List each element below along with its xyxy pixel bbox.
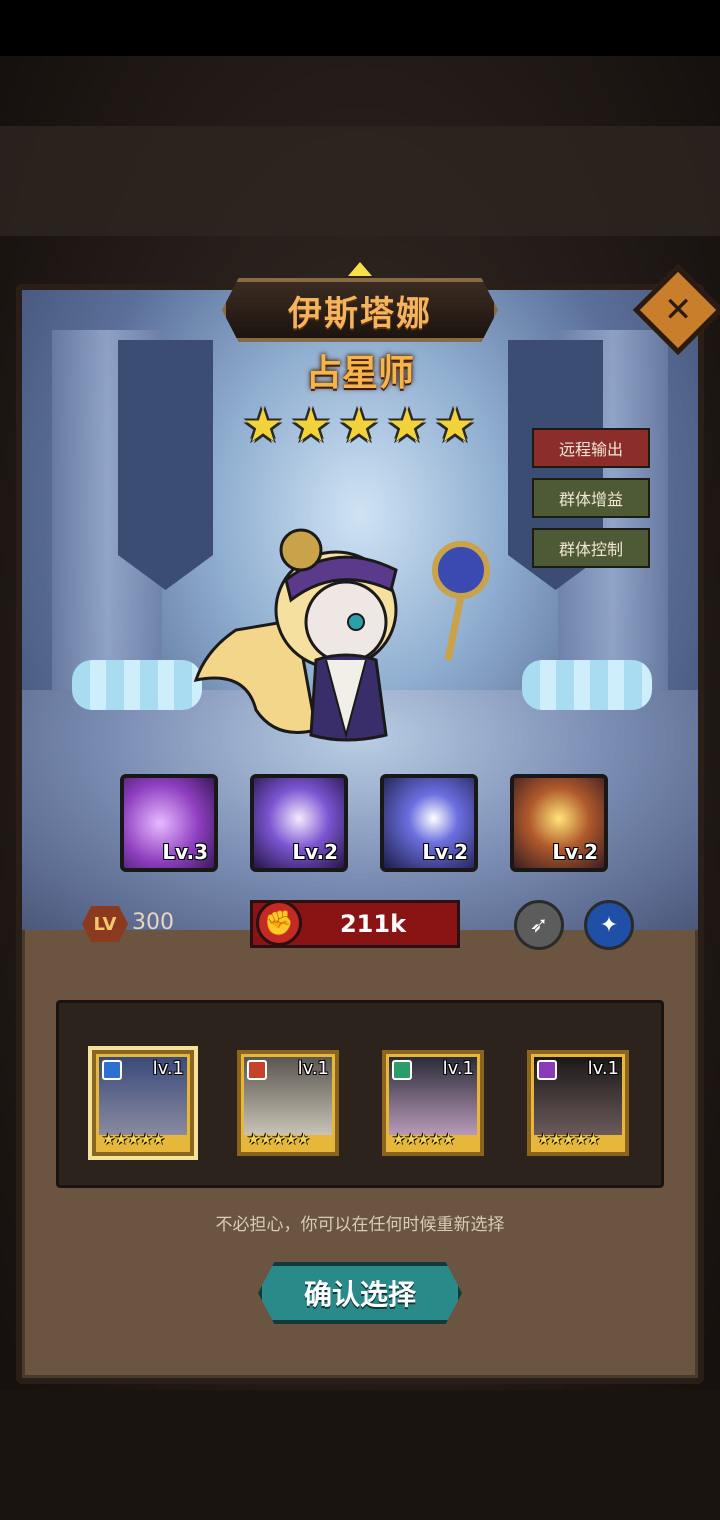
class-icon-4 (537, 1060, 557, 1080)
hero-portrait (193, 528, 490, 742)
skill-3-crescent-star-icon[interactable]: Lv.2 (380, 774, 478, 872)
tag-ranged-dps: 远程输出 (532, 428, 650, 468)
candidate-card-2[interactable]: lv.1 ★★★★★ (237, 1050, 339, 1156)
star-icon: ★ (386, 398, 428, 452)
card-1-level: lv.1 (152, 1058, 184, 1079)
skill-3-level: Lv.2 (422, 840, 468, 864)
star-icon: ★ (434, 398, 476, 452)
candidate-card-4[interactable]: lv.1 ★★★★★ (527, 1050, 629, 1156)
candidate-card-1[interactable]: lv.1 ★★★★★ (92, 1050, 194, 1156)
title-plaque: 伊斯塔娜 (222, 278, 498, 342)
star-rating: ★ ★ ★ ★ ★ (240, 402, 480, 458)
candidate-card-3[interactable]: lv.1 ★★★★★ (382, 1050, 484, 1156)
confirm-label: 确认选择 (303, 1278, 416, 1311)
skill-1-purple-burst-icon[interactable]: Lv.3 (120, 774, 218, 872)
card-3-level: lv.1 (442, 1058, 474, 1079)
staff-icon[interactable]: ✦ (584, 900, 634, 950)
star-icon: ★ (242, 398, 284, 452)
card-3-stars: ★★★★★ (392, 1130, 455, 1148)
hero-class-title: 占星师 (305, 353, 414, 394)
skill-1-level: Lv.3 (162, 840, 208, 864)
fist-icon: ✊ (256, 900, 302, 946)
card-1-stars: ★★★★★ (102, 1130, 165, 1148)
hero-name: 伊斯塔娜 (288, 293, 432, 334)
class-icon-3 (392, 1060, 412, 1080)
class-icon-1 (102, 1060, 122, 1080)
skill-4-gold-lightning-icon[interactable]: Lv.2 (510, 774, 608, 872)
reselect-hint: 不必担心，你可以在任何时候重新选择 (215, 1215, 505, 1235)
card-4-level: lv.1 (587, 1058, 619, 1079)
class-icon-2 (247, 1060, 267, 1080)
skill-2-level: Lv.2 (292, 840, 338, 864)
level-badge: LV (82, 906, 128, 942)
skill-4-level: Lv.2 (552, 840, 598, 864)
card-2-level: lv.1 (297, 1058, 329, 1079)
close-icon: ✕ (663, 290, 693, 330)
status-bar (0, 0, 720, 56)
card-4-stars: ★★★★★ (537, 1130, 600, 1148)
bow-icon[interactable]: ➶ (514, 900, 564, 950)
confirm-button[interactable]: 确认选择 (258, 1262, 462, 1324)
up-arrow-icon (348, 262, 372, 276)
star-icon: ★ (338, 398, 380, 452)
level-value: 300 (132, 910, 174, 935)
skill-2-star-light-icon[interactable]: Lv.2 (250, 774, 348, 872)
star-icon: ★ (290, 398, 332, 452)
tag-group-buff: 群体增益 (532, 478, 650, 518)
tag-group-control: 群体控制 (532, 528, 650, 568)
card-2-stars: ★★★★★ (247, 1130, 310, 1148)
power-value: 211k (339, 910, 407, 938)
